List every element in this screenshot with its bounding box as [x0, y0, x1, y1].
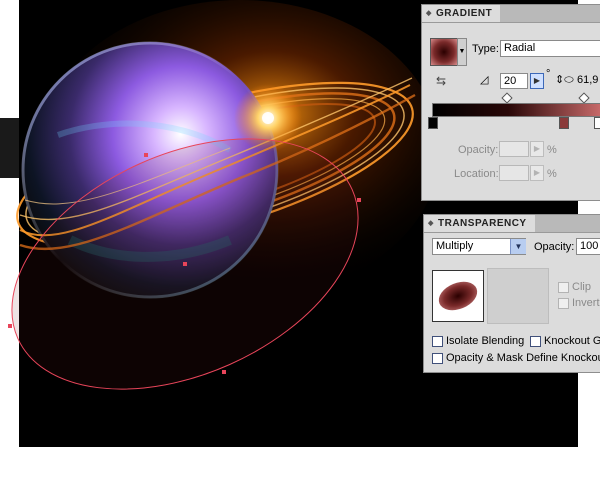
gradient-panel: ◆ GRADIENT ▼ Type: Radial ⇆ ◿ 20 ▶ ° ⇕⬭ 6… [421, 4, 600, 201]
gradient-panel-header: ◆ GRADIENT [422, 5, 600, 23]
angle-icon: ◿ [480, 74, 489, 86]
isolate-blending-checkbox[interactable] [432, 336, 443, 347]
transparency-opacity-input[interactable]: 100 [576, 238, 600, 255]
opacity-input[interactable] [499, 141, 529, 157]
type-select[interactable]: Radial [500, 40, 600, 57]
midpoint-diamond[interactable] [578, 92, 590, 104]
clip-label: Clip [572, 281, 591, 293]
angle-unit: ° [546, 68, 551, 80]
center-point [183, 262, 187, 266]
invert-label: Invert [572, 297, 600, 309]
transparency-panel: ◆ TRANSPARENCY Multiply ▼ Opacity: 100 Cl… [423, 214, 600, 373]
clip-checkbox[interactable] [558, 282, 569, 293]
angle-input[interactable]: 20 [500, 73, 528, 89]
offcanvas-object [0, 118, 19, 178]
opacity-stepper[interactable]: ▶ [530, 141, 544, 157]
type-label: Type: [472, 43, 499, 55]
location-percent: % [547, 168, 557, 180]
opacity-label: Opacity: [458, 144, 499, 156]
thumbnail-ellipse [434, 276, 482, 316]
angle-stepper[interactable]: ▶ [530, 73, 544, 89]
location-input[interactable] [499, 165, 529, 181]
swatch-menu-arrow[interactable]: ▼ [457, 38, 467, 66]
aspect-icon: ⇕⬭ [555, 74, 574, 86]
color-stop-white[interactable] [594, 117, 600, 129]
knockout-group-checkbox[interactable] [530, 336, 541, 347]
gradient-swatch[interactable] [430, 38, 458, 66]
gradient-ramp[interactable] [432, 103, 600, 117]
tab-gradient[interactable]: ◆ GRADIENT [422, 5, 501, 22]
mask-area[interactable] [487, 268, 549, 324]
opacity-percent: % [547, 144, 557, 156]
object-thumbnail[interactable] [432, 270, 484, 322]
midpoint-diamond[interactable] [501, 92, 513, 104]
transparency-panel-header: ◆ TRANSPARENCY [424, 215, 600, 233]
color-stop-black[interactable] [428, 117, 438, 129]
define-knockout-checkbox[interactable] [432, 353, 443, 364]
transparency-opacity-label: Opacity: [534, 241, 575, 253]
anchor-point [144, 153, 148, 157]
color-stop-red[interactable] [559, 117, 569, 129]
knockout-group-label: Knockout Gr [544, 335, 600, 347]
anchor-point [8, 324, 12, 328]
invert-checkbox[interactable] [558, 298, 569, 309]
anchor-point [222, 370, 226, 374]
define-knockout-label: Opacity & Mask Define Knockout S [446, 352, 600, 364]
reverse-gradient-icon[interactable]: ⇆ [436, 74, 446, 88]
blend-mode-dropdown-icon[interactable]: ▼ [510, 239, 526, 254]
aspect-input[interactable]: 61,9 [574, 73, 600, 89]
anchor-point [357, 198, 361, 202]
location-label: Location: [454, 168, 499, 180]
tab-transparency[interactable]: ◆ TRANSPARENCY [424, 215, 535, 232]
location-stepper[interactable]: ▶ [530, 165, 544, 181]
isolate-blending-label: Isolate Blending [446, 335, 525, 347]
